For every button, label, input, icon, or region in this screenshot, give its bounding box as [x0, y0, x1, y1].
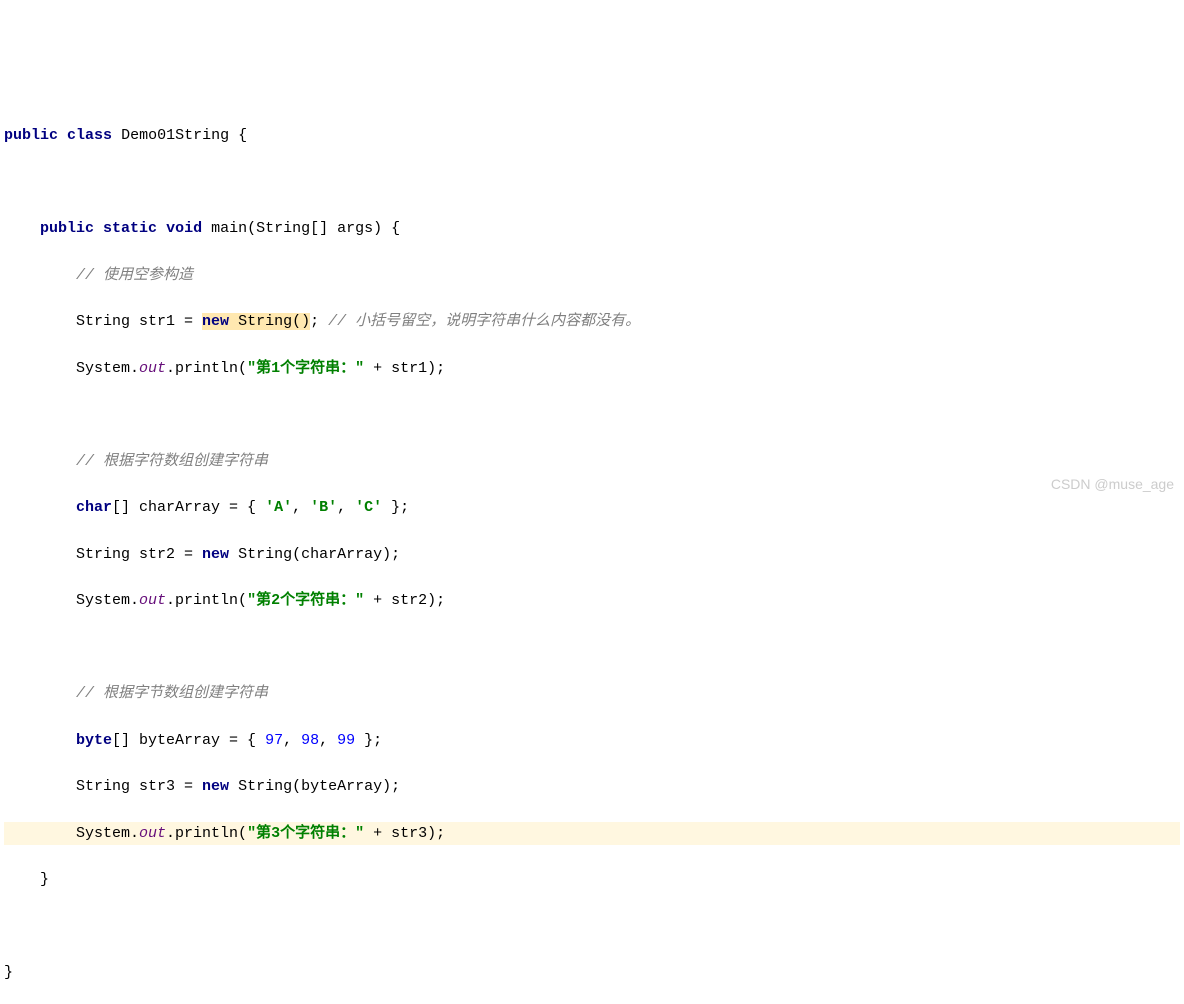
code-line: System.out.println("第1个字符串：" + str1);: [4, 357, 1180, 380]
code-line: public class Demo01String {: [4, 124, 1180, 147]
keyword-new: new: [202, 546, 229, 563]
code-line: public static void main(String[] args) {: [4, 217, 1180, 240]
code-line: }: [4, 868, 1180, 891]
code-line: // 根据字符数组创建字符串: [4, 450, 1180, 473]
code-block: public class Demo01String { public stati…: [4, 101, 1180, 1004]
code-line: // 使用空参构造: [4, 264, 1180, 287]
field-out: out: [139, 592, 166, 609]
code-line: System.out.println("第2个字符串：" + str2);: [4, 589, 1180, 612]
string-literal: "第3个字符串：": [247, 825, 364, 842]
keyword-public: public: [4, 127, 58, 144]
keyword-static: static: [103, 220, 157, 237]
method-signature: main(String[] args) {: [211, 220, 400, 237]
keyword-public: public: [40, 220, 94, 237]
code-line: String str1 = new String(); // 小括号留空，说明字…: [4, 310, 1180, 333]
code-line: // 根据字节数组创建字符串: [4, 682, 1180, 705]
code-line: [4, 636, 1180, 659]
field-out: out: [139, 360, 166, 377]
code-line: String str3 = new String(byteArray);: [4, 775, 1180, 798]
class-name: Demo01String: [121, 127, 229, 144]
watermark: CSDN @muse_age: [1051, 474, 1174, 496]
keyword-class: class: [67, 127, 112, 144]
code-line: [4, 915, 1180, 938]
code-line: [4, 171, 1180, 194]
code-line: }: [4, 961, 1180, 984]
code-line: byte[] byteArray = { 97, 98, 99 };: [4, 729, 1180, 752]
keyword-void: void: [166, 220, 202, 237]
code-line: String str2 = new String(charArray);: [4, 543, 1180, 566]
keyword-new: new: [202, 778, 229, 795]
comment: // 根据字符数组创建字符串: [76, 453, 268, 470]
keyword-byte: byte: [76, 732, 112, 749]
highlighted-new: new String(): [202, 313, 310, 330]
code-line: char[] charArray = { 'A', 'B', 'C' };: [4, 496, 1180, 519]
number-literal: 99: [337, 732, 355, 749]
string-literal: "第2个字符串：": [247, 592, 364, 609]
code-line: [4, 403, 1180, 426]
number-literal: 98: [301, 732, 319, 749]
string-literal: "第1个字符串：": [247, 360, 364, 377]
comment: // 根据字节数组创建字符串: [76, 685, 268, 702]
comment: // 使用空参构造: [76, 267, 193, 284]
number-literal: 97: [265, 732, 283, 749]
field-out: out: [139, 825, 166, 842]
highlighted-code-line: System.out.println("第3个字符串：" + str3);: [4, 822, 1180, 845]
comment: // 小括号留空，说明字符串什么内容都没有。: [328, 313, 640, 330]
